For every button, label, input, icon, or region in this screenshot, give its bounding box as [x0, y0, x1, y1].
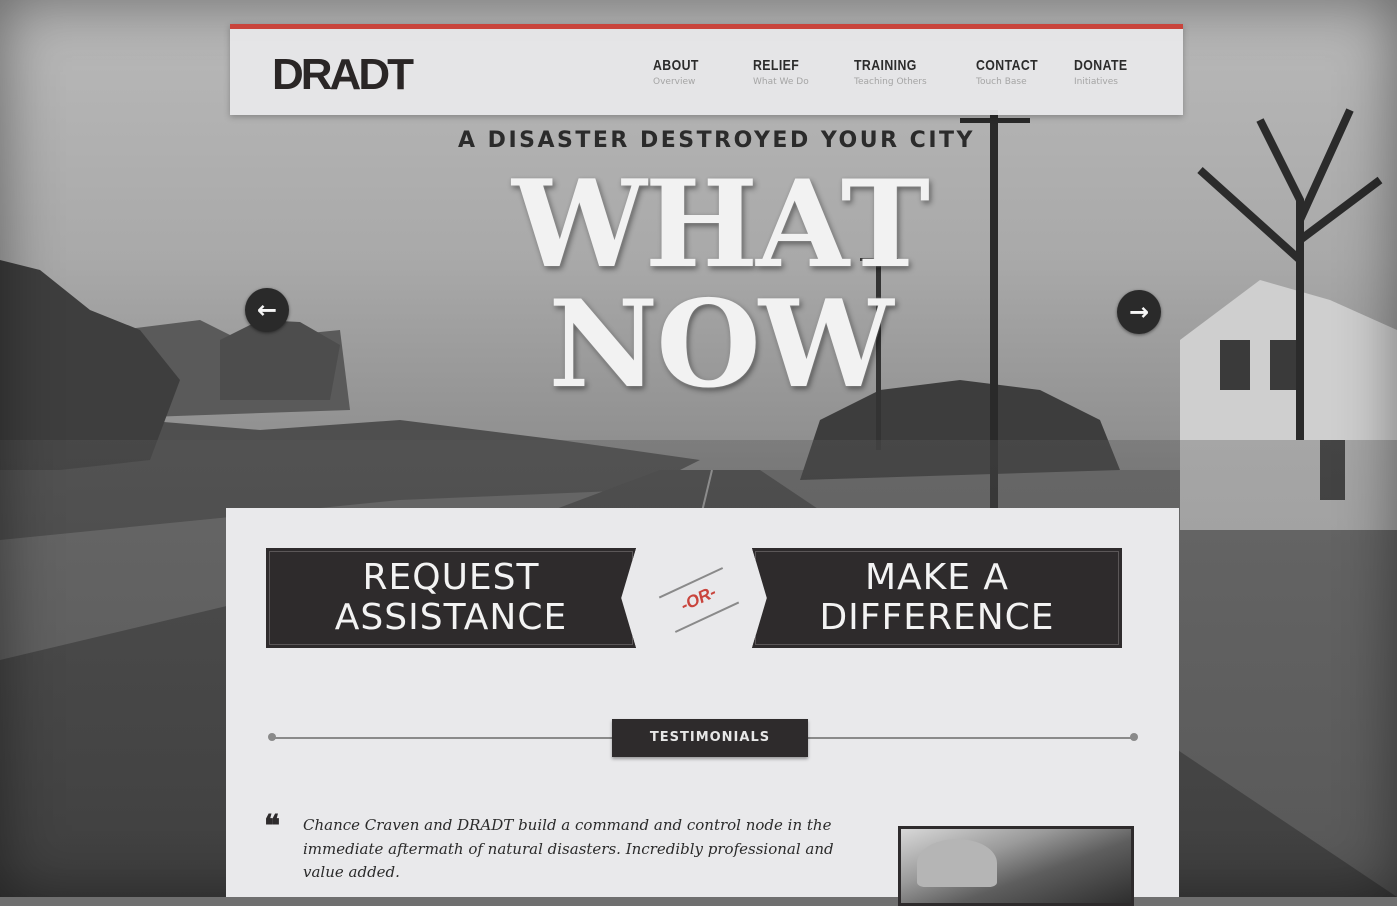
request-assistance-button[interactable]: REQUEST ASSISTANCE — [266, 548, 636, 648]
arrow-left-icon: ← — [256, 296, 278, 324]
nav-subtitle: Touch Base — [976, 77, 1027, 87]
nav-item-training[interactable]: TRAINING Teaching Others — [854, 57, 931, 87]
hero-tagline: A DISASTER DESTROYED YOUR CITY — [458, 128, 975, 153]
rule-end-dot — [1130, 733, 1138, 741]
content-panel: REQUEST ASSISTANCE -OR- MAKE A DIFFERENC… — [226, 508, 1179, 906]
nav-item-about[interactable]: ABOUT Overview — [653, 57, 709, 87]
slider-prev-button[interactable]: ← — [245, 288, 289, 332]
nav-subtitle: Initiatives — [1074, 77, 1118, 87]
cta-line: MAKE A — [864, 557, 1010, 598]
testimonials-heading: TESTIMONIALS — [612, 719, 808, 757]
nav-subtitle: Teaching Others — [854, 77, 927, 87]
site-header: DRADT ABOUT Overview RELIEF What We Do T… — [230, 24, 1183, 115]
site-logo[interactable]: DRADT — [272, 53, 414, 97]
rule-end-dot — [268, 733, 276, 741]
or-divider: -OR- — [658, 567, 740, 633]
cta-line: REQUEST — [362, 557, 540, 598]
nav-title: CONTACT — [976, 57, 1039, 74]
nav-item-relief[interactable]: RELIEF What We Do — [753, 57, 809, 87]
hero-headline-now: NOW — [548, 274, 894, 415]
nav-subtitle: Overview — [653, 77, 696, 87]
make-a-difference-button[interactable]: MAKE A DIFFERENCE — [752, 548, 1122, 648]
hero-headline-what: WHAT — [512, 154, 930, 295]
nav-title: DONATE — [1074, 57, 1128, 74]
nav-title: RELIEF — [753, 57, 800, 74]
arrow-right-icon: → — [1128, 298, 1150, 326]
testimonial-photo — [898, 826, 1134, 906]
nav-title: TRAINING — [854, 57, 917, 74]
cta-line: ASSISTANCE — [334, 597, 568, 638]
or-label: -OR- — [677, 582, 720, 616]
cta-line: DIFFERENCE — [819, 597, 1055, 638]
testimonial-quote: Chance Craven and DRADT build a command … — [303, 816, 834, 881]
quote-icon: ❝ — [264, 809, 281, 844]
nav-subtitle: What We Do — [753, 77, 809, 87]
nav-title: ABOUT — [653, 57, 699, 74]
nav-item-donate[interactable]: DONATE Initiatives — [1074, 57, 1139, 87]
nav-item-contact[interactable]: CONTACT Touch Base — [976, 57, 1052, 87]
photo-subject — [917, 839, 997, 887]
slider-next-button[interactable]: → — [1117, 290, 1161, 334]
